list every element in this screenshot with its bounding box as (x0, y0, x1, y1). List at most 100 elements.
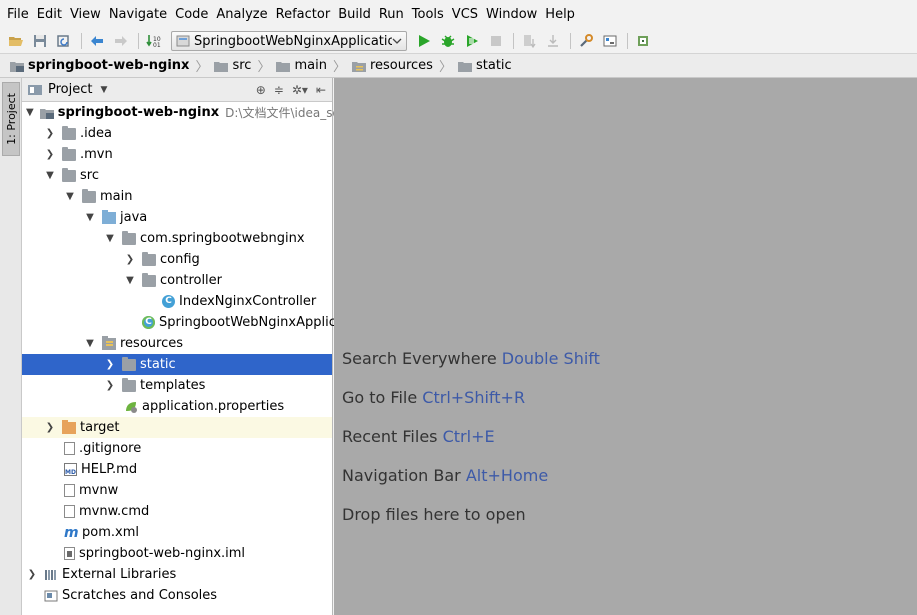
build-icon[interactable]: 10 01 (143, 31, 165, 51)
project-panel-header: Project ▼ ⊕ ≑ ✲▾ ⇤ (22, 78, 332, 102)
tree-node-label: mvnw (79, 483, 119, 498)
folder-icon (214, 61, 229, 72)
tree-node-application-properties[interactable]: application.properties (22, 396, 332, 417)
folder-open-icon[interactable] (5, 31, 27, 51)
chevron-down-icon[interactable]: ▼ (84, 212, 96, 223)
toolbar-separator (627, 33, 628, 49)
menu-analyze[interactable]: Analyze (212, 0, 271, 30)
menu-run[interactable]: Run (375, 0, 408, 30)
menu-help[interactable]: Help (541, 0, 579, 30)
chevron-down-icon (392, 38, 402, 44)
project-tool-window-tab[interactable]: 1: Project (2, 82, 20, 156)
hint-text: Recent Files (342, 427, 438, 446)
hint-shortcut: Alt+Home (465, 466, 549, 485)
project-tab-label: 1: Project (4, 93, 18, 145)
chevron-down-icon[interactable]: ▼ (44, 170, 56, 181)
menu-edit[interactable]: Edit (33, 0, 66, 30)
tree-node-static[interactable]: ❯ static (22, 354, 332, 375)
run-config-icon (176, 35, 190, 47)
tree-node-external-libraries[interactable]: ❯ External Libraries (22, 564, 332, 585)
gear-icon[interactable]: ✲▾ (292, 83, 308, 97)
sdk-icon[interactable] (632, 31, 654, 51)
tree-node-idea[interactable]: ❯ .idea (22, 123, 332, 144)
chevron-right-icon[interactable]: ❯ (104, 380, 116, 391)
save-icon[interactable] (29, 31, 51, 51)
left-tool-strip: 1: Project (0, 78, 22, 615)
chevron-right-icon[interactable]: ❯ (26, 569, 38, 580)
chevron-right-icon[interactable]: ❯ (104, 359, 116, 370)
chevron-down-icon[interactable]: ▼ (84, 338, 96, 349)
tree-node-label: com.springbootwebnginx (140, 231, 305, 246)
tree-node-pom[interactable]: m pom.xml (22, 522, 332, 543)
project-view-selector[interactable]: Project (48, 82, 92, 97)
breadcrumb-label: static (475, 58, 512, 73)
tree-node-resources[interactable]: ▼ resources (22, 333, 332, 354)
tree-node-src[interactable]: ▼ src (22, 165, 332, 186)
menu-tools[interactable]: Tools (408, 0, 448, 30)
menu-navigate[interactable]: Navigate (105, 0, 171, 30)
menu-code[interactable]: Code (171, 0, 212, 30)
chevron-down-icon[interactable]: ▼ (104, 233, 116, 244)
breadcrumb-item-main[interactable]: main (272, 54, 330, 77)
chevron-down-icon[interactable]: ▼ (100, 85, 107, 95)
tree-node-target[interactable]: ❯ target (22, 417, 332, 438)
run-configuration-select[interactable]: SpringbootWebNginxApplication (171, 31, 407, 51)
menu-refactor[interactable]: Refactor (272, 0, 335, 30)
tree-node-application-class[interactable]: C SpringbootWebNginxApplica (22, 312, 344, 333)
debug-icon[interactable] (437, 31, 459, 51)
project-structure-icon[interactable] (599, 31, 621, 51)
tree-node-main[interactable]: ▼ main (22, 186, 332, 207)
tree-node-mvn[interactable]: ❯ .mvn (22, 144, 332, 165)
tree-node-java[interactable]: ▼ java (22, 207, 332, 228)
breadcrumb-item-static[interactable]: static (454, 54, 516, 77)
locate-icon[interactable]: ⊕ (256, 83, 266, 97)
tree-node-templates[interactable]: ❯ templates (22, 375, 332, 396)
chevron-down-icon[interactable]: ▼ (64, 191, 76, 202)
folder-icon (122, 377, 136, 392)
tree-node-label: springboot-web-nginx.iml (79, 546, 246, 561)
forward-icon[interactable] (110, 31, 132, 51)
collapse-all-icon[interactable]: ≑ (274, 83, 284, 97)
chevron-right-icon[interactable]: ❯ (124, 254, 136, 265)
chevron-down-icon[interactable]: ▼ (26, 107, 34, 118)
breadcrumb-item-src[interactable]: src (210, 54, 255, 77)
tree-node-label: resources (120, 336, 184, 351)
tree-node-label: springboot-web-nginx (57, 105, 220, 120)
tree-node-mvnw[interactable]: mvnw (22, 480, 332, 501)
settings-icon[interactable] (575, 31, 597, 51)
run-icon[interactable] (413, 31, 435, 51)
sync-icon[interactable] (53, 31, 75, 51)
back-icon[interactable] (86, 31, 108, 51)
breadcrumb-item-resources[interactable]: resources (348, 54, 437, 77)
chevron-right-icon[interactable]: ❯ (44, 149, 56, 160)
chevron-right-icon[interactable]: ❯ (44, 422, 56, 433)
breadcrumb-separator: 〉 (332, 60, 346, 75)
menu-build[interactable]: Build (334, 0, 375, 30)
tree-node-package[interactable]: ▼ com.springbootwebnginx (22, 228, 332, 249)
tree-node-help-md[interactable]: MD HELP.md (22, 459, 332, 480)
spring-leaf-icon (126, 402, 137, 413)
tree-node-scratches[interactable]: Scratches and Consoles (22, 585, 332, 606)
menu-vcs[interactable]: VCS (448, 0, 482, 30)
menu-window[interactable]: Window (482, 0, 541, 30)
folder-icon (62, 167, 76, 182)
tree-node-gitignore[interactable]: .gitignore (22, 438, 332, 459)
hide-panel-icon[interactable]: ⇤ (316, 83, 326, 97)
chevron-down-icon[interactable]: ▼ (124, 275, 136, 286)
editor-area[interactable] (334, 78, 917, 615)
tree-node-index-controller[interactable]: C IndexNginxController (22, 291, 332, 312)
tree-node-mvnw-cmd[interactable]: mvnw.cmd (22, 501, 332, 522)
tree-node-project-root[interactable]: ▼ springboot-web-nginx D:\文档文件\idea_sour (22, 102, 352, 123)
folder-icon (276, 61, 291, 72)
tree-node-controller[interactable]: ▼ controller (22, 270, 332, 291)
chevron-right-icon[interactable]: ❯ (44, 128, 56, 139)
breadcrumb-item-project[interactable]: springboot-web-nginx (6, 54, 193, 77)
vcs-update-icon[interactable] (518, 31, 540, 51)
coverage-icon[interactable] (461, 31, 483, 51)
stop-icon[interactable] (485, 31, 507, 51)
vcs-commit-icon[interactable] (542, 31, 564, 51)
tree-node-iml[interactable]: springboot-web-nginx.iml (22, 543, 332, 564)
menu-file[interactable]: File (3, 0, 33, 30)
tree-node-config[interactable]: ❯ config (22, 249, 332, 270)
menu-view[interactable]: View (66, 0, 105, 30)
